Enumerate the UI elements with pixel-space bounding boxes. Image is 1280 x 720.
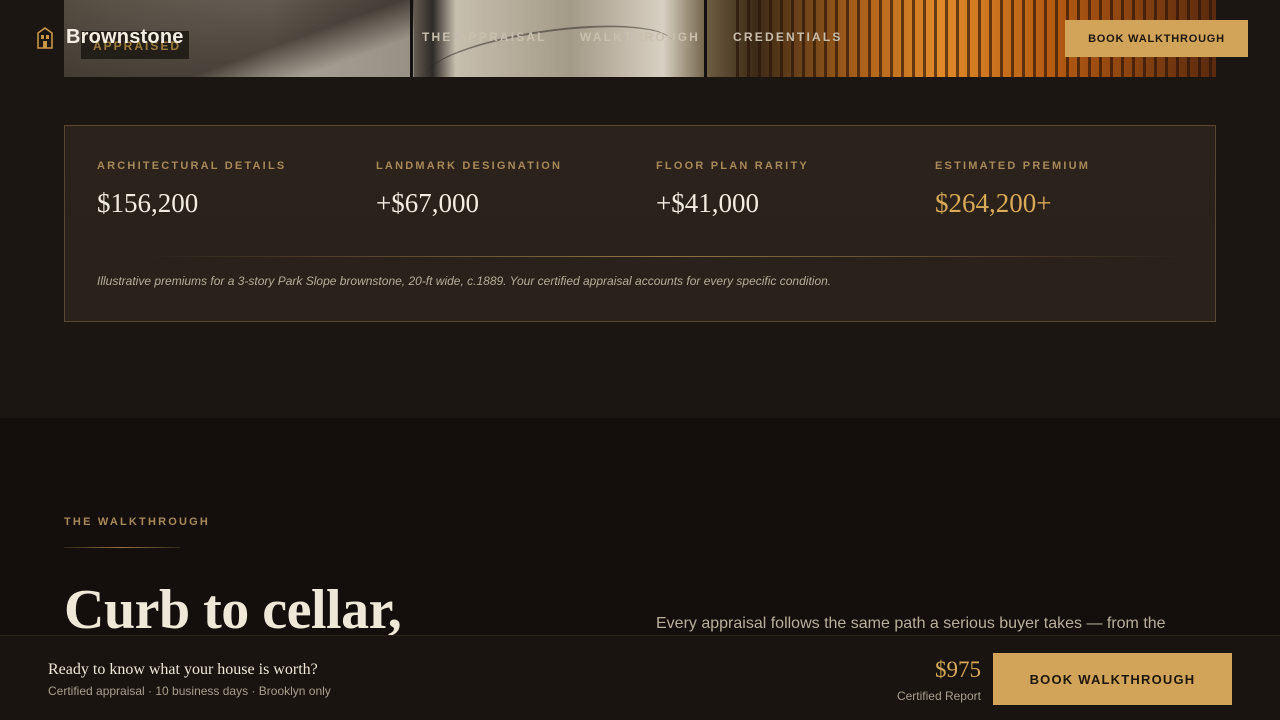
brand[interactable]: Brownstone (36, 26, 184, 49)
stat-value: +$41,000 (656, 188, 759, 218)
premium-card: ARCHITECTURAL DETAILS $156,200 LANDMARK … (64, 125, 1216, 322)
stat-label: FLOOR PLAN RARITY (656, 160, 809, 172)
nav-item-walkthrough[interactable]: WALKTHROUGH (580, 30, 700, 44)
stat-label: ARCHITECTURAL DETAILS (97, 160, 287, 172)
stat-floor-plan-rarity: FLOOR PLAN RARITY +$41,000 (656, 160, 809, 219)
nav-item-credentials[interactable]: CREDENTIALS (733, 30, 843, 44)
nav-item-appraisal[interactable]: THE APPRAISAL (422, 30, 547, 44)
stat-value: +$67,000 (376, 188, 479, 218)
price-caption: Certified Report (896, 689, 981, 703)
stat-label: ESTIMATED PREMIUM (935, 160, 1091, 172)
stat-estimated-premium: ESTIMATED PREMIUM $264,200+ (935, 160, 1090, 219)
stat-label: LANDMARK DESIGNATION (376, 160, 563, 172)
price: $975 (935, 657, 981, 682)
section-body: Every appraisal follows the same path a … (656, 615, 1166, 632)
brand-name: Brownstone (66, 26, 184, 48)
stat-architectural-details: ARCHITECTURAL DETAILS $156,200 (97, 160, 286, 219)
eyebrow-divider (64, 547, 180, 548)
main-nav: THE APPRAISAL WALKTHROUGH CREDENTIALS (422, 30, 843, 44)
card-footnote: Illustrative premiums for a 3-story Park… (97, 274, 832, 288)
stat-value: $156,200 (97, 188, 199, 218)
section-eyebrow: THE WALKTHROUGH (64, 516, 211, 528)
sticky-book-walkthrough-button[interactable]: BOOK WALKTHROUGH (993, 653, 1232, 705)
card-divider (145, 256, 1185, 257)
sticky-subline: Certified appraisal · 10 business days ·… (48, 684, 331, 698)
stat-value: $264,200+ (935, 188, 1052, 218)
hero-rail (410, 0, 413, 77)
sticky-cta-bar: Ready to know what your house is worth? … (0, 635, 1280, 720)
stat-landmark-designation: LANDMARK DESIGNATION +$67,000 (376, 160, 562, 219)
hero-detail (421, 12, 677, 77)
header-book-walkthrough-button[interactable]: BOOK WALKTHROUGH (1065, 20, 1248, 57)
brownstone-building-icon (37, 26, 53, 49)
section-title: Curb to cellar, (64, 579, 402, 641)
sticky-headline: Ready to know what your house is worth? (48, 661, 318, 678)
